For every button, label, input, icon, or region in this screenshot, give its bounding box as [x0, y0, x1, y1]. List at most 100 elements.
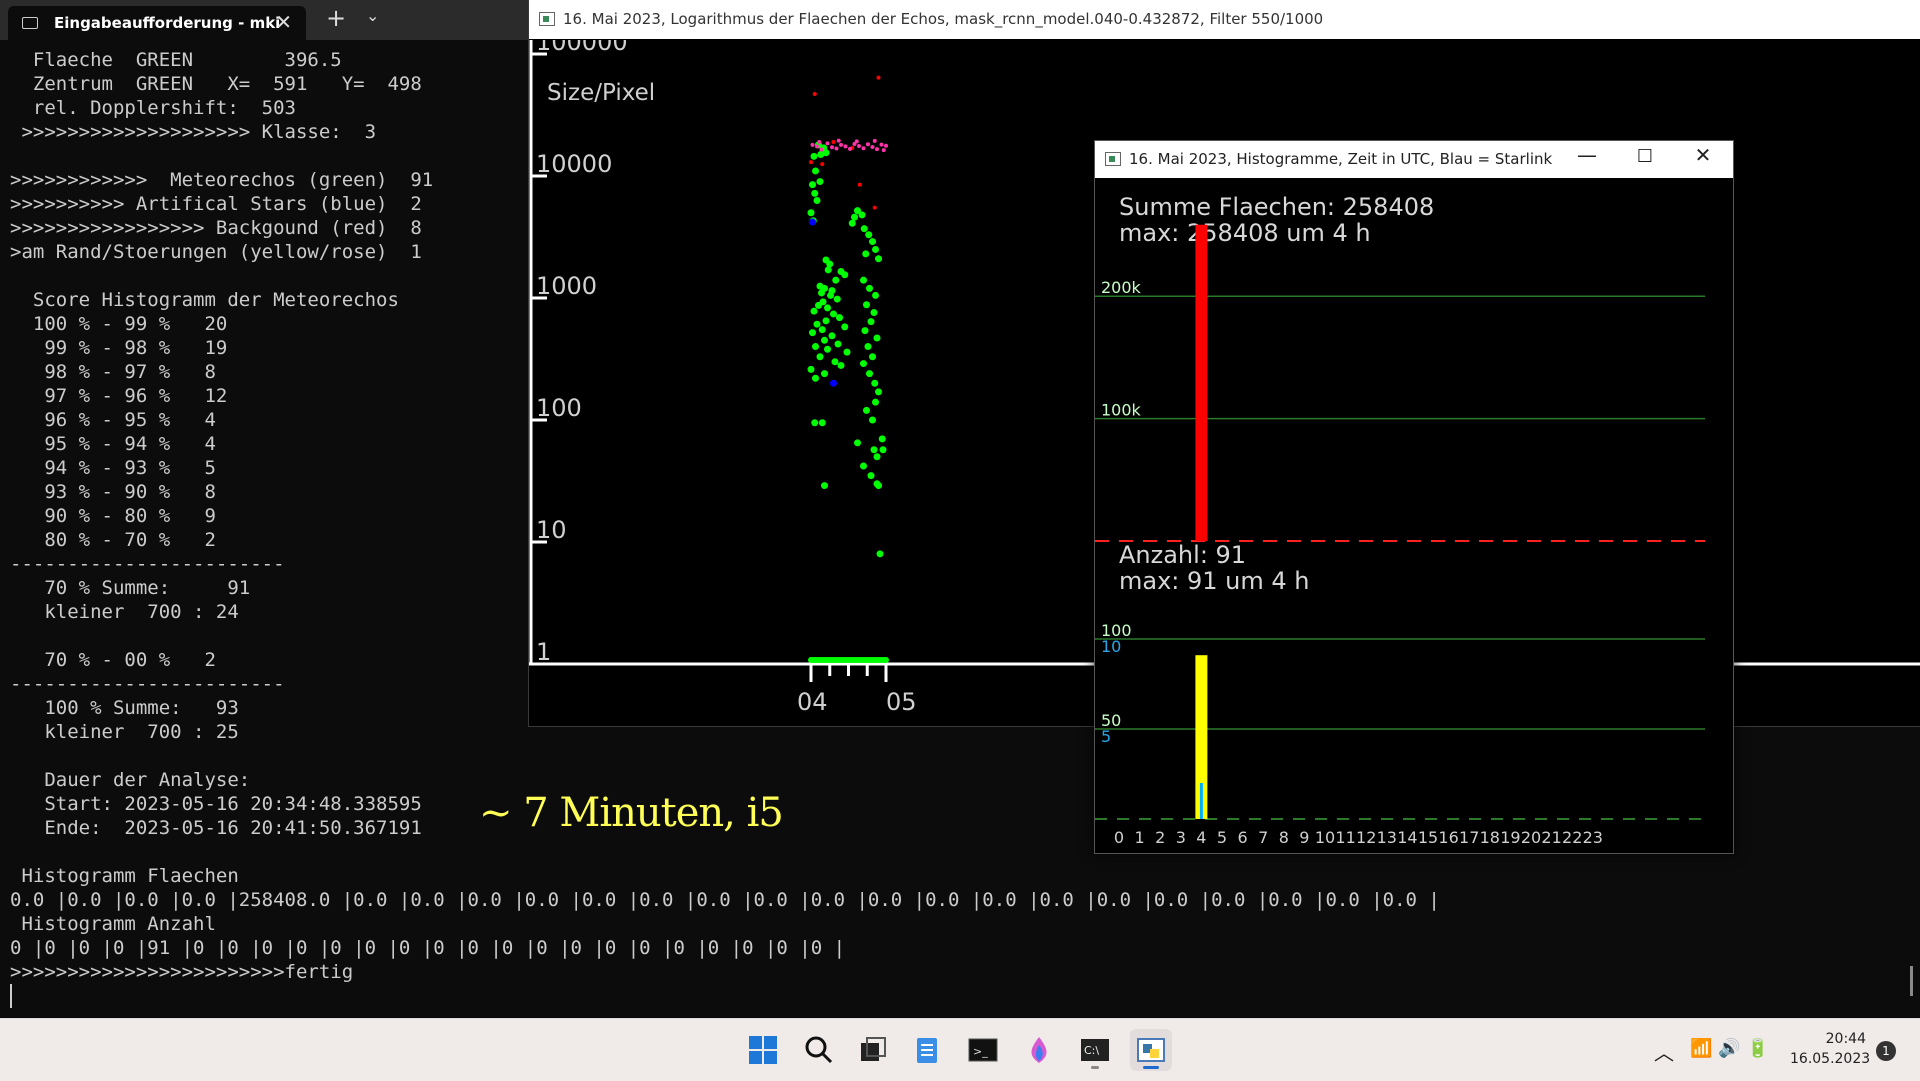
- scatter-point: [860, 462, 867, 470]
- terminal-line: >>>>>>>>>>>>>>>>>>>>>>>>fertig: [10, 961, 354, 983]
- histogram-window[interactable]: 16. Mai 2023, Histogramme, Zeit in UTC, …: [1094, 140, 1734, 854]
- terminal-tab[interactable]: Eingabeaufforderung - mki ✕: [8, 6, 306, 40]
- scatter-point: [866, 142, 870, 147]
- scatter-point: [848, 219, 856, 227]
- scatter-point: [870, 144, 875, 149]
- tab-dropdown-icon[interactable]: ⌄: [366, 6, 379, 25]
- scatter-point: [812, 92, 817, 97]
- paint-button[interactable]: [1018, 1029, 1060, 1071]
- scatter-point: [873, 334, 881, 342]
- scatter-point: [869, 238, 876, 246]
- scatter-point: [867, 318, 875, 326]
- hour-label: 14: [1397, 828, 1417, 847]
- console-button[interactable]: C:\: [1074, 1029, 1116, 1071]
- terminal-line: 0 |0 |0 |0 |91 |0 |0 |0 |0 |0 |0 |0 |0 |…: [10, 937, 846, 959]
- scatter-point: [831, 139, 836, 144]
- terminal-scrollbar[interactable]: [1910, 966, 1913, 996]
- scatter-point: [834, 340, 842, 348]
- terminal-button[interactable]: >_: [962, 1029, 1004, 1071]
- histogram-window-title: 16. Mai 2023, Histogramme, Zeit in UTC, …: [1129, 150, 1553, 168]
- minimize-button[interactable]: —: [1567, 143, 1607, 167]
- scatter-point: [875, 388, 882, 396]
- scatter-point: [832, 276, 840, 284]
- terminal-line: 0.0 |0.0 |0.0 |0.0 |258408.0 |0.0 |0.0 |…: [10, 889, 1440, 911]
- tray-overflow-icon[interactable]: ︿: [1654, 1037, 1674, 1066]
- scatter-point: [816, 178, 824, 186]
- scatter-point: [820, 162, 825, 167]
- scatter-point: [872, 138, 877, 143]
- hour-label: 3: [1176, 828, 1186, 847]
- scatter-point: [854, 439, 861, 447]
- scatter-point: [827, 291, 834, 299]
- maximize-button[interactable]: ☐: [1625, 146, 1665, 167]
- scatter-point: [861, 327, 869, 335]
- scatter-point: [819, 147, 824, 152]
- scatter-point: [818, 326, 826, 334]
- notepad-icon: [917, 1038, 937, 1063]
- scatter-point: [818, 419, 826, 427]
- scatter-point: [836, 138, 841, 143]
- clock-time: 20:44: [1825, 1031, 1866, 1047]
- scatter-point: [862, 250, 870, 258]
- scatter-point: [821, 370, 828, 378]
- task-view-button[interactable]: [852, 1029, 894, 1071]
- scatter-point: [810, 152, 818, 160]
- scatter-point: [870, 309, 878, 317]
- y-tick-label-secondary: 5: [1101, 727, 1111, 746]
- search-button[interactable]: [798, 1029, 840, 1071]
- new-tab-button[interactable]: +: [326, 4, 346, 32]
- scatter-point: [861, 146, 866, 151]
- y-axis-label: Size/Pixel: [547, 80, 655, 106]
- hour-label: 7: [1258, 828, 1268, 847]
- search-icon: [805, 1036, 833, 1064]
- hour-label: 12: [1356, 828, 1376, 847]
- notification-badge[interactable]: 1: [1876, 1041, 1896, 1061]
- start-icon: [749, 1036, 777, 1064]
- scatter-point: [821, 336, 828, 344]
- svg-text:>_: >_: [973, 1045, 988, 1058]
- active-indicator: [1143, 1066, 1159, 1069]
- close-tab-icon[interactable]: ✕: [275, 10, 292, 34]
- hour-label: 17: [1459, 828, 1479, 847]
- y-tick-label: 1000: [536, 272, 597, 300]
- taskbar: >_ C:\ ︿ 📶🔊🔋 20:44 16.05.2023 1: [0, 1018, 1920, 1081]
- hour-label: 0: [1114, 828, 1124, 847]
- running-indicator: [1091, 1066, 1099, 1069]
- hour-label: 9: [1299, 828, 1309, 847]
- scatter-point: [865, 231, 873, 239]
- scatter-point: [811, 419, 819, 427]
- log-window-titlebar[interactable]: 16. Mai 2023, Logarithmus der Flaechen d…: [529, 0, 1920, 39]
- scatter-point: [854, 139, 859, 144]
- hour-label: 15: [1418, 828, 1438, 847]
- terminal-line: Histogramm Anzahl: [10, 913, 216, 935]
- scatter-point: [873, 453, 881, 461]
- python-button[interactable]: [1130, 1029, 1172, 1071]
- y-tick-label-secondary: 10: [1101, 637, 1121, 656]
- notepad-button[interactable]: [906, 1029, 948, 1071]
- scatter-point: [869, 353, 876, 361]
- scatter-point: [815, 144, 819, 149]
- tray-network-volume-battery-icons[interactable]: 📶🔊🔋: [1690, 1038, 1775, 1059]
- x-tick-label: 04: [797, 688, 828, 716]
- y-tick-label: 200k: [1101, 278, 1142, 297]
- scatter-point: [816, 353, 824, 361]
- scatter-point: [811, 189, 819, 197]
- y-tick-label: 100000: [536, 40, 628, 56]
- terminal-titlebar: Eingabeaufforderung - mki ✕ + ⌄: [0, 0, 528, 40]
- scatter-point: [851, 213, 858, 221]
- paint-icon: [1031, 1037, 1047, 1063]
- scatter-point: [810, 307, 818, 315]
- starlink-bar: [1199, 783, 1203, 819]
- clock[interactable]: 20:44 16.05.2023: [1790, 1029, 1870, 1069]
- start-button[interactable]: [742, 1029, 784, 1071]
- scatter-point: [866, 284, 873, 292]
- scatter-point: [812, 343, 819, 351]
- scatter-point: [817, 139, 822, 144]
- scatter-point: [834, 146, 839, 151]
- area-max-subtitle: max: 258408 um 4 h: [1119, 219, 1371, 247]
- scatter-point: [841, 323, 849, 331]
- count-max-subtitle: max: 91 um 4 h: [1119, 567, 1310, 595]
- task-view-icon: [861, 1037, 886, 1061]
- close-button[interactable]: ✕: [1683, 143, 1723, 167]
- histogram-window-titlebar[interactable]: 16. Mai 2023, Histogramme, Zeit in UTC, …: [1095, 141, 1733, 178]
